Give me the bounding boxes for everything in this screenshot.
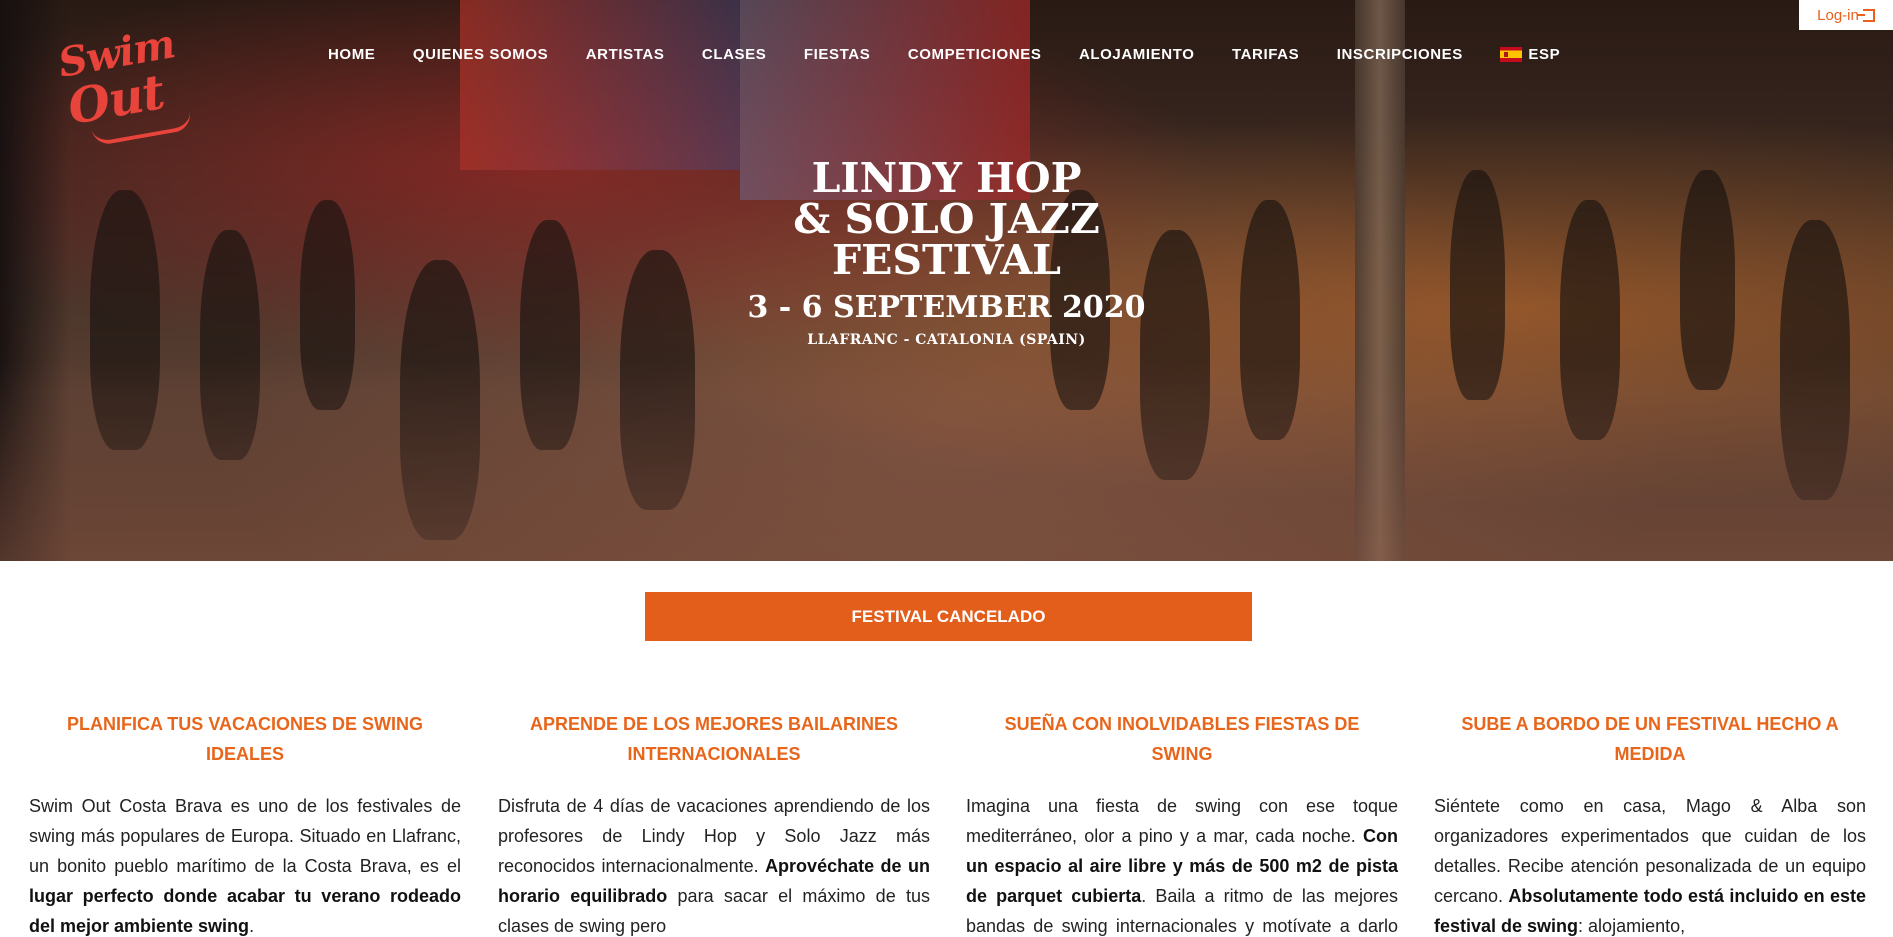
- feature-text: Swim Out Costa Brava es uno de los festi…: [29, 791, 461, 937]
- feature-text-part: Swim Out Costa Brava es uno de los festi…: [29, 796, 461, 876]
- feature-column-fiestas: SUEÑA CON INOLVIDABLES FIESTAS DE SWING …: [966, 709, 1398, 937]
- feature-column-vacaciones: PLANIFICA TUS VACACIONES DE SWING IDEALE…: [29, 709, 461, 937]
- spain-flag-icon: [1500, 47, 1523, 62]
- language-label: ESP: [1528, 46, 1561, 63]
- nav-item-competiciones[interactable]: COMPETICIONES: [908, 46, 1042, 63]
- hero-photo-floor: [0, 361, 1893, 561]
- nav-item-clases[interactable]: CLASES: [702, 46, 766, 63]
- nav-item-inscripciones[interactable]: INSCRIPCIONES: [1337, 46, 1463, 63]
- hero-banner: LINDY HOP & SOLO JAZZ FESTIVAL 3 - 6 SEP…: [0, 0, 1893, 561]
- feature-heading: APRENDE DE LOS MEJORES BAILARINES INTERN…: [529, 714, 899, 764]
- feature-text: Siéntete como en casa, Mago & Alba son o…: [1434, 791, 1866, 937]
- feature-column-bailarines: APRENDE DE LOS MEJORES BAILARINES INTERN…: [498, 709, 930, 937]
- feature-heading: SUEÑA CON INOLVIDABLES FIESTAS DE SWING: [1004, 714, 1360, 764]
- feature-column-festival: SUBE A BORDO DE UN FESTIVAL HECHO A MEDI…: [1434, 709, 1866, 937]
- feature-heading: PLANIFICA TUS VACACIONES DE SWING IDEALE…: [66, 714, 423, 764]
- login-button[interactable]: Log-in: [1799, 0, 1893, 30]
- hero-title-line1: LINDY HOP: [811, 154, 1082, 202]
- feature-heading: SUBE A BORDO DE UN FESTIVAL HECHO A MEDI…: [1461, 714, 1839, 764]
- feature-text-part: Imagina una fiesta de swing con ese toqu…: [966, 796, 1398, 846]
- feature-text: Disfruta de 4 días de vacaciones aprendi…: [498, 791, 930, 937]
- swim-out-logo[interactable]: Swim Out: [52, 20, 197, 147]
- hero-title-line3: FESTIVAL: [832, 236, 1061, 284]
- nav-item-artistas[interactable]: ARTISTAS: [586, 46, 665, 63]
- nav-item-alojamiento[interactable]: ALOJAMIENTO: [1079, 46, 1195, 63]
- hero-title-line2: & SOLO JAZZ: [793, 195, 1100, 243]
- hero-dates: 3 - 6 SEPTEMBER 2020: [747, 290, 1146, 325]
- feature-text-bold: lugar perfecto donde acabar tu verano ro…: [29, 886, 461, 936]
- nav-item-quienes-somos[interactable]: QUIENES SOMOS: [413, 46, 548, 63]
- nav-item-fiestas[interactable]: FIESTAS: [804, 46, 870, 63]
- login-icon: [1856, 8, 1875, 22]
- feature-text: Imagina una fiesta de swing con ese toqu…: [966, 791, 1398, 937]
- language-selector[interactable]: ESP: [1500, 46, 1560, 63]
- festival-cancelled-banner[interactable]: FESTIVAL CANCELADO: [645, 592, 1252, 641]
- hero-photo-stage-left: [460, 0, 740, 170]
- nav-item-tarifas[interactable]: TARIFAS: [1232, 46, 1299, 63]
- hero-location: LLAFRANC - CATALONIA (SPAIN): [807, 332, 1086, 348]
- feature-text-part: .: [249, 916, 255, 936]
- main-nav: HOME QUIENES SOMOS ARTISTAS CLASES FIEST…: [328, 46, 1560, 63]
- nav-item-home[interactable]: HOME: [328, 46, 375, 63]
- feature-text-part: : alojamiento,: [1578, 916, 1686, 936]
- login-label: Log-in: [1817, 6, 1859, 24]
